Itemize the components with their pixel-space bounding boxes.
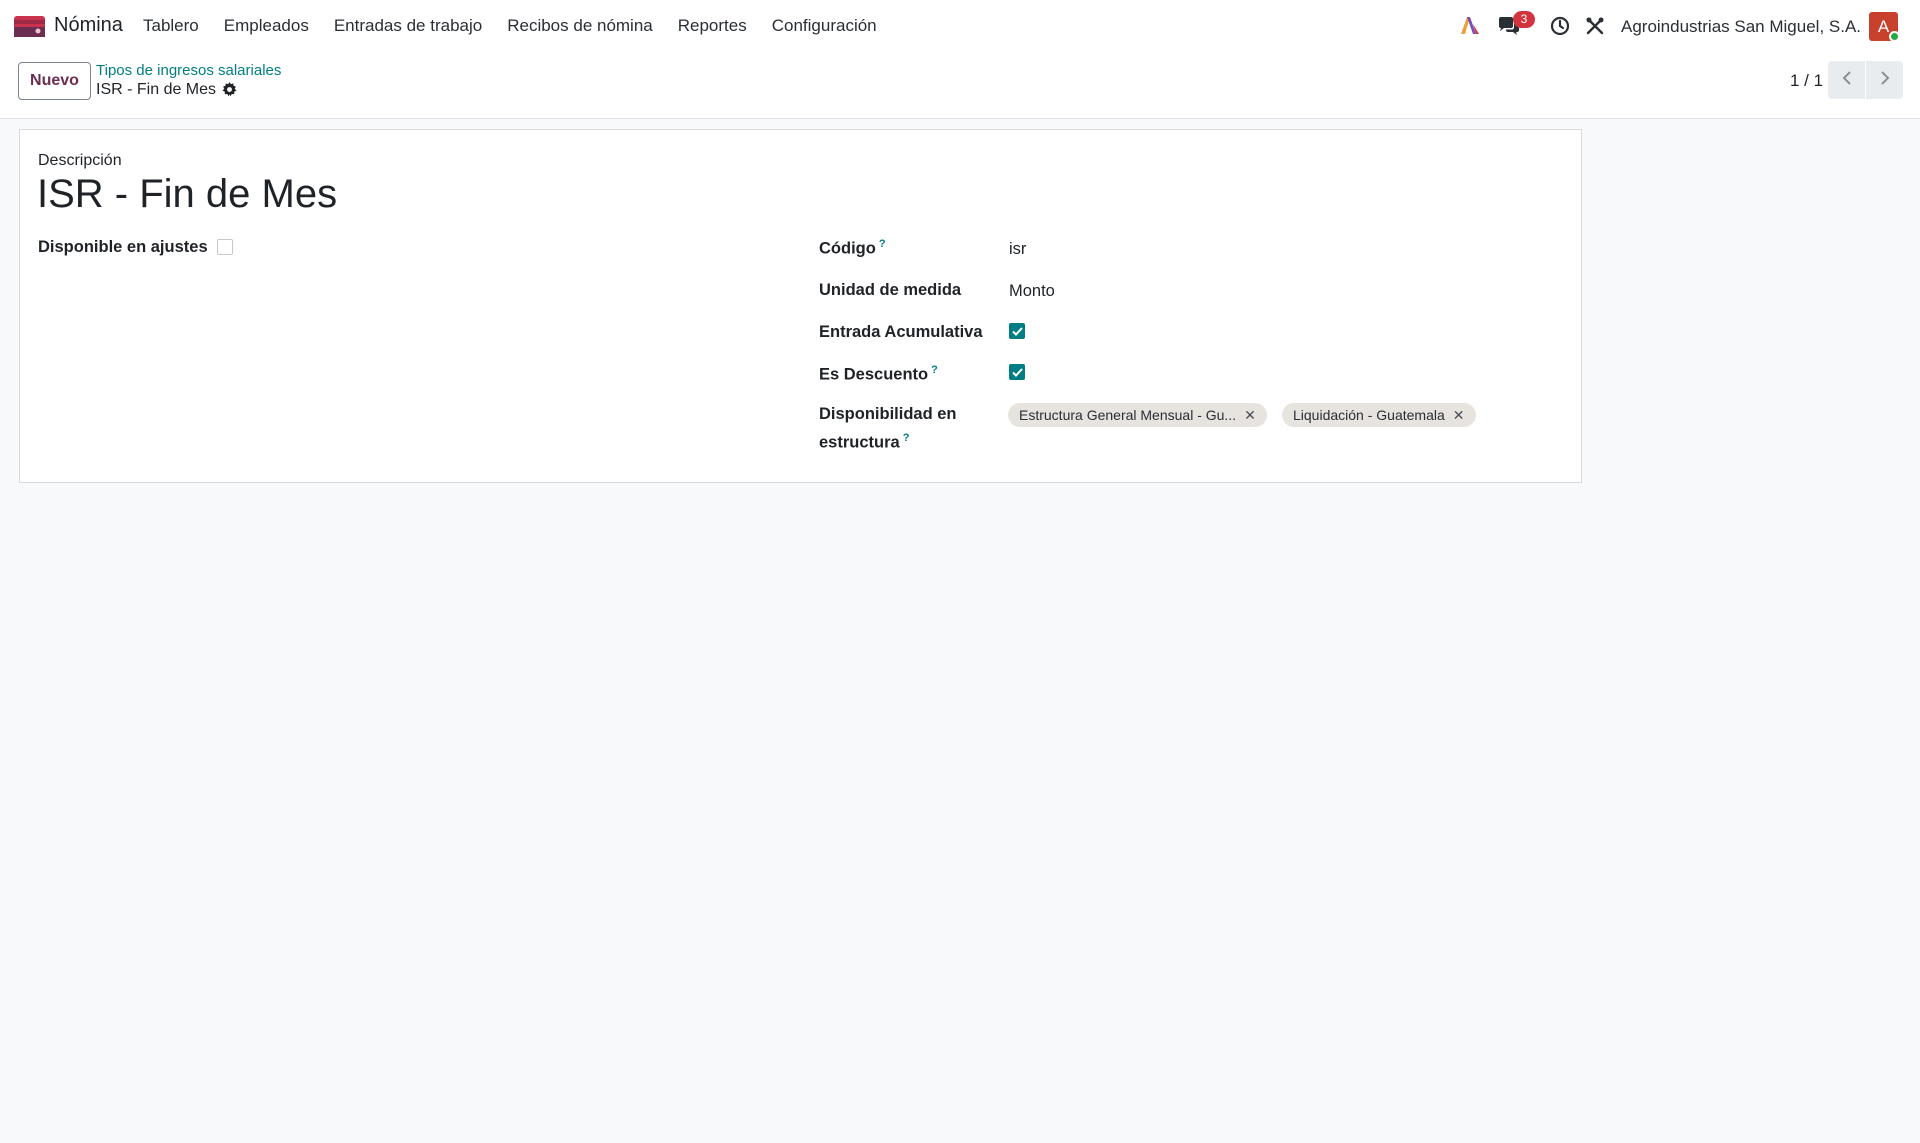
- remove-tag-icon[interactable]: ✕: [1453, 407, 1465, 423]
- payroll-app-icon[interactable]: [14, 16, 45, 37]
- top-navbar: Nómina Tablero Empleados Entradas de tra…: [0, 0, 1920, 52]
- clock-icon[interactable]: [1550, 16, 1570, 41]
- cumulative-entry-checkbox[interactable]: [1009, 323, 1025, 339]
- form-sheet: Descripción ISR - Fin de Mes Disponible …: [19, 129, 1582, 483]
- available-in-adjustments-checkbox[interactable]: [217, 239, 233, 255]
- new-button[interactable]: Nuevo: [18, 62, 91, 100]
- menu-item-configuracion[interactable]: Configuración: [772, 16, 877, 36]
- description-label: Descripción: [38, 152, 122, 169]
- menu-item-entradas-de-trabajo[interactable]: Entradas de trabajo: [334, 16, 482, 36]
- breadcrumb-current: ISR - Fin de Mes: [96, 81, 217, 98]
- unit-of-measure-label: Unidad de medida: [819, 281, 962, 299]
- checkmark-icon: [1011, 326, 1023, 336]
- structure-tag-label: Liquidación - Guatemala: [1293, 407, 1445, 423]
- available-in-adjustments-label: Disponible en ajustes: [38, 238, 208, 256]
- pager-value[interactable]: 1 / 1: [1790, 71, 1823, 91]
- is-discount-checkbox[interactable]: [1009, 364, 1025, 380]
- structure-availability-label: Disponibilidad en estructura?: [819, 402, 979, 455]
- company-switcher[interactable]: Agroindustrias San Miguel, S.A.: [1621, 17, 1861, 37]
- chevron-right-icon: [1879, 70, 1891, 91]
- online-status-dot: [1889, 31, 1900, 42]
- unit-of-measure-field[interactable]: Monto: [1009, 282, 1055, 301]
- ai-sparkle-icon[interactable]: [1459, 15, 1481, 40]
- structure-tag[interactable]: Liquidación - Guatemala ✕: [1282, 403, 1476, 427]
- pager-previous-button[interactable]: [1828, 61, 1865, 99]
- structure-availability-label-text: Disponibilidad en estructura: [819, 405, 957, 452]
- app-name[interactable]: Nómina: [54, 14, 123, 37]
- help-icon[interactable]: ?: [931, 364, 938, 376]
- remove-tag-icon[interactable]: ✕: [1244, 407, 1256, 423]
- control-panel: Nuevo Tipos de ingresos salariales ISR -…: [0, 52, 1920, 119]
- code-field[interactable]: isr: [1009, 240, 1026, 259]
- tools-icon[interactable]: [1585, 16, 1605, 41]
- is-discount-label: Es Descuento?: [819, 364, 938, 385]
- breadcrumb-parent-link[interactable]: Tipos de ingresos salariales: [96, 62, 281, 79]
- menu-item-reportes[interactable]: Reportes: [678, 16, 747, 36]
- menu-item-tablero[interactable]: Tablero: [143, 16, 199, 36]
- code-label-text: Código: [819, 239, 876, 258]
- structure-tag-label: Estructura General Mensual - Gu...: [1019, 407, 1237, 423]
- help-icon[interactable]: ?: [879, 238, 886, 250]
- cumulative-entry-label: Entrada Acumulativa: [819, 323, 983, 341]
- menu-item-recibos-de-nomina[interactable]: Recibos de nómina: [507, 16, 653, 36]
- record-title-field[interactable]: ISR - Fin de Mes: [37, 172, 337, 217]
- gear-icon[interactable]: [222, 82, 237, 102]
- chat-badge: 3: [1513, 11, 1535, 28]
- structure-tag[interactable]: Estructura General Mensual - Gu... ✕: [1008, 403, 1267, 427]
- pager-next-button[interactable]: [1866, 61, 1903, 99]
- chevron-left-icon: [1841, 70, 1853, 91]
- menu-item-empleados[interactable]: Empleados: [224, 16, 309, 36]
- main-menu: Tablero Empleados Entradas de trabajo Re…: [143, 16, 902, 36]
- help-icon[interactable]: ?: [903, 432, 910, 444]
- code-label: Código?: [819, 238, 886, 259]
- is-discount-label-text: Es Descuento: [819, 365, 929, 384]
- checkmark-icon: [1011, 367, 1023, 377]
